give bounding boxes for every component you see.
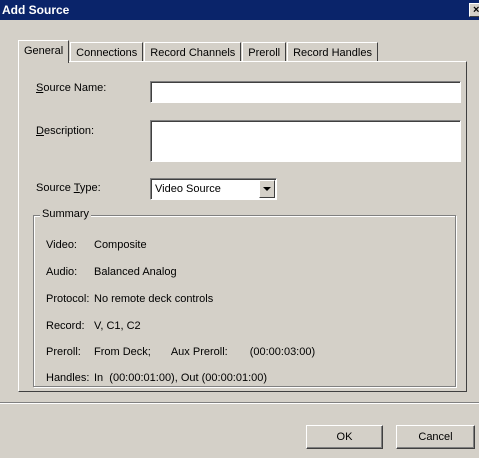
summary-value: Balanced Analog (94, 266, 177, 278)
select-value: Video Source (155, 183, 221, 195)
title-bar: Add Source × (0, 0, 479, 20)
label-text: escription: (43, 125, 95, 137)
summary-aux-value: (00:00:03:00) (249, 346, 316, 358)
source-type-label: Source Type: (36, 182, 101, 194)
accel-key: D (36, 125, 44, 137)
tab-record-handles[interactable]: Record Handles (287, 42, 378, 62)
tab-label: Record Handles (293, 46, 372, 59)
button-label: Cancel (418, 431, 453, 443)
bottom-separator (0, 402, 479, 404)
summary-title: Summary (40, 208, 92, 220)
tab-preroll[interactable]: Preroll (242, 42, 287, 62)
summary-value: No remote deck controls (94, 293, 214, 305)
label-text: Source (36, 182, 74, 194)
summary-key: Audio: (46, 266, 78, 278)
summary-key: Protocol: (46, 293, 90, 305)
cancel-button[interactable]: Cancel (396, 425, 475, 449)
button-label: OK (336, 431, 353, 443)
summary-key: Video: (46, 239, 77, 251)
tab-strip: General Connections Record Channels Prer… (18, 40, 379, 63)
tab-general[interactable]: General (18, 40, 70, 63)
source-name-label: Source Name: (36, 82, 106, 94)
description-input[interactable] (150, 120, 461, 162)
summary-handles: Handles: In (00:00:01:00), Out (00:00:01:… (46, 372, 267, 384)
tab-label: Connections (76, 46, 138, 59)
summary-value: In (00:00:01:00), Out (00:00:01:00) (94, 372, 268, 384)
ok-button[interactable]: OK (306, 425, 383, 449)
description-label: Description: (36, 125, 94, 137)
summary-audio: Audio: Balanced Analog (46, 266, 177, 278)
dropdown-arrow-icon[interactable] (259, 180, 275, 198)
summary-key: Handles: (46, 372, 90, 384)
tab-connections[interactable]: Connections (70, 42, 144, 62)
summary-value: From Deck; (94, 346, 151, 358)
close-icon: × (473, 3, 479, 16)
general-tab-panel: Source Name: Description: Source Type: V… (18, 61, 467, 392)
window-title: Add Source (2, 3, 70, 17)
summary-record: Record: V, C1, C2 (46, 320, 141, 332)
close-button[interactable]: × (469, 3, 479, 17)
tab-label: General (24, 45, 64, 57)
summary-value: Composite (94, 239, 147, 251)
summary-group: Summary Video: Composite Audio: Balanced A… (33, 208, 456, 387)
tab-label: Preroll (248, 46, 281, 59)
summary-value: V, C1, C2 (94, 320, 141, 332)
label-text: ource Name: (43, 82, 107, 94)
tab-label: Record Channels (150, 46, 236, 59)
source-type-select[interactable]: Video Source (150, 178, 277, 200)
tab-record-channels[interactable]: Record Channels (144, 42, 242, 62)
summary-preroll: Preroll: From Deck; Aux Preroll: (00:00:03:… (46, 346, 315, 358)
source-name-input[interactable] (150, 81, 461, 103)
summary-aux-key: Aux Preroll: (170, 346, 228, 358)
summary-key: Record: (46, 320, 85, 332)
summary-key: Preroll: (46, 346, 81, 358)
label-text: ype: (79, 182, 101, 194)
summary-protocol: Protocol: No remote deck controls (46, 293, 213, 305)
summary-video: Video: Composite (46, 239, 147, 251)
